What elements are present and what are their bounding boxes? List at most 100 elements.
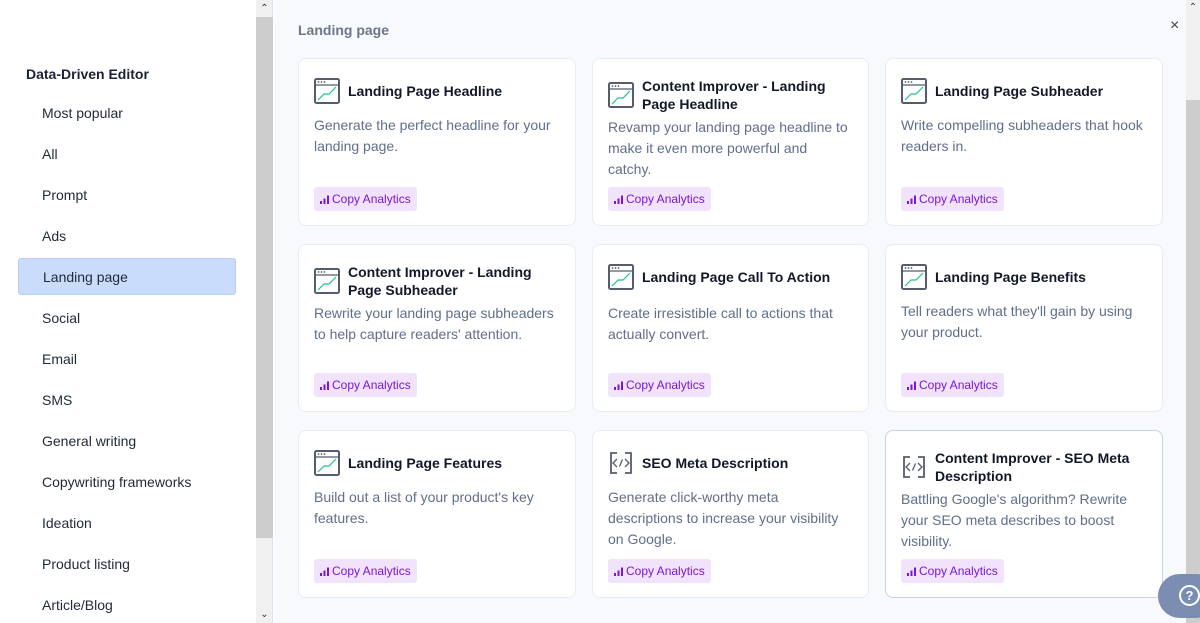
bar-chart-icon bbox=[320, 381, 329, 390]
card-title: Landing Page Call To Action bbox=[642, 269, 831, 285]
copy-analytics-badge[interactable]: Copy Analytics bbox=[608, 373, 711, 397]
copy-analytics-badge[interactable]: Copy Analytics bbox=[901, 559, 1004, 583]
card-header: Content Improver - Landing Page Subheade… bbox=[314, 263, 563, 299]
template-card-landing-page-features[interactable]: Landing Page Features Build out a list o… bbox=[298, 430, 576, 598]
browser-chart-icon bbox=[608, 264, 634, 290]
sidebar-item-label: General writing bbox=[42, 432, 137, 449]
card-title: Landing Page Features bbox=[348, 455, 503, 471]
copy-analytics-badge[interactable]: Copy Analytics bbox=[314, 187, 417, 211]
section-title: Landing page bbox=[298, 22, 389, 38]
card-header: SEO Meta Description bbox=[608, 449, 856, 477]
card-description: Battling Google's algorithm? Rewrite you… bbox=[901, 491, 1128, 549]
card-description: Tell readers what they'll gain by using … bbox=[901, 303, 1133, 340]
sidebar-item-product-listing[interactable]: Product listing bbox=[18, 545, 236, 582]
card-header: Content Improver - Landing Page Headline bbox=[608, 77, 856, 113]
sidebar-item-label: Article/Blog bbox=[42, 596, 113, 613]
badge-label: Copy Analytics bbox=[332, 192, 411, 206]
card-description: Generate the perfect headline for your l… bbox=[314, 117, 551, 154]
copy-analytics-badge[interactable]: Copy Analytics bbox=[901, 373, 1004, 397]
sidebar-item-most-popular[interactable]: Most popular bbox=[18, 94, 236, 131]
copy-analytics-badge[interactable]: Copy Analytics bbox=[608, 187, 711, 211]
badge-label: Copy Analytics bbox=[332, 378, 411, 392]
sidebar-item-landing-page[interactable]: Landing page bbox=[18, 258, 236, 295]
card-title: Landing Page Benefits bbox=[935, 269, 1086, 285]
browser-chart-icon bbox=[901, 78, 927, 104]
sidebar-item-label: Most popular bbox=[42, 104, 123, 121]
close-icon[interactable]: × bbox=[1170, 18, 1179, 34]
sidebar-title: Data-Driven Editor bbox=[26, 66, 149, 82]
card-title: Content Improver - SEO Meta Description bbox=[935, 450, 1130, 484]
template-grid: Landing Page Headline Generate the perfe… bbox=[298, 58, 1163, 598]
sidebar-item-all[interactable]: All bbox=[18, 135, 236, 172]
sidebar-item-copywriting-frameworks[interactable]: Copywriting frameworks bbox=[18, 463, 236, 500]
sidebar-item-article-blog[interactable]: Article/Blog bbox=[18, 586, 236, 623]
template-card-landing-page-benefits[interactable]: Landing Page Benefits Tell readers what … bbox=[885, 244, 1163, 412]
bar-chart-icon bbox=[907, 567, 916, 576]
sidebar-item-label: Product listing bbox=[42, 555, 130, 572]
scroll-up-arrow-icon[interactable]: ⌃ bbox=[1186, 0, 1200, 14]
sidebar-nav: Most popular All Prompt Ads Landing page… bbox=[18, 94, 236, 623]
sidebar-item-sms[interactable]: SMS bbox=[18, 381, 236, 418]
card-header: Landing Page Benefits bbox=[901, 263, 1150, 291]
template-card-content-improver-landing-page-headline[interactable]: Content Improver - Landing Page Headline… bbox=[592, 58, 869, 226]
sidebar-item-label: SMS bbox=[42, 391, 73, 408]
sidebar-item-prompt[interactable]: Prompt bbox=[18, 176, 236, 213]
template-card-landing-page-subheader[interactable]: Landing Page Subheader Write compelling … bbox=[885, 58, 1163, 226]
template-card-landing-page-headline[interactable]: Landing Page Headline Generate the perfe… bbox=[298, 58, 576, 226]
sidebar-item-general-writing[interactable]: General writing bbox=[18, 422, 236, 459]
sidebar-item-email[interactable]: Email bbox=[18, 340, 236, 377]
scroll-down-arrow-icon[interactable]: ⌄ bbox=[256, 606, 273, 623]
browser-chart-icon bbox=[608, 82, 634, 108]
copy-analytics-badge[interactable]: Copy Analytics bbox=[901, 187, 1004, 211]
sidebar-item-label: Ads bbox=[42, 227, 67, 244]
help-button[interactable]: ? bbox=[1158, 574, 1200, 618]
badge-label: Copy Analytics bbox=[919, 192, 998, 206]
help-icon: ? bbox=[1179, 585, 1200, 606]
browser-chart-icon bbox=[314, 78, 340, 104]
sidebar-scrollbar[interactable]: ⌃ ⌄ bbox=[256, 0, 273, 623]
badge-label: Copy Analytics bbox=[626, 192, 705, 206]
sidebar-item-label: Email bbox=[42, 350, 78, 367]
bar-chart-icon bbox=[320, 195, 329, 204]
card-description: Create irresistible call to actions that… bbox=[608, 305, 833, 342]
main-scroll-thumb[interactable] bbox=[1186, 100, 1200, 623]
scroll-up-arrow-icon[interactable]: ⌃ bbox=[256, 0, 273, 17]
copy-analytics-badge[interactable]: Copy Analytics bbox=[608, 559, 711, 583]
sidebar-item-label: Copywriting frameworks bbox=[42, 473, 192, 490]
copy-analytics-badge[interactable]: Copy Analytics bbox=[314, 559, 417, 583]
template-card-seo-meta-description[interactable]: SEO Meta Description Generate click-wort… bbox=[592, 430, 869, 598]
sidebar-item-social[interactable]: Social bbox=[18, 299, 236, 336]
badge-label: Copy Analytics bbox=[626, 378, 705, 392]
main-panel: Landing page × Landing Page Headline Gen… bbox=[274, 0, 1186, 623]
bar-chart-icon bbox=[614, 195, 623, 204]
badge-label: Copy Analytics bbox=[332, 564, 411, 578]
code-icon bbox=[608, 450, 634, 476]
app-root: Data-Driven Editor Most popular All Prom… bbox=[0, 0, 1200, 623]
sidebar-item-ideation[interactable]: Ideation bbox=[18, 504, 236, 541]
sidebar: Data-Driven Editor Most popular All Prom… bbox=[0, 0, 256, 623]
bar-chart-icon bbox=[907, 195, 916, 204]
sidebar-item-label: Landing page bbox=[43, 268, 128, 285]
card-description: Write compelling subheaders that hook re… bbox=[901, 117, 1143, 154]
sidebar-item-ads[interactable]: Ads bbox=[18, 217, 236, 254]
template-card-content-improver-seo-meta-description[interactable]: Content Improver - SEO Meta Description … bbox=[885, 430, 1163, 598]
sidebar-item-label: Prompt bbox=[42, 186, 88, 203]
card-title: Landing Page Headline bbox=[348, 83, 503, 99]
sidebar-scroll-thumb[interactable] bbox=[256, 17, 273, 538]
template-card-content-improver-landing-page-subheader[interactable]: Content Improver - Landing Page Subheade… bbox=[298, 244, 576, 412]
card-header: Landing Page Headline bbox=[314, 77, 563, 105]
main-scrollbar[interactable]: ⌃ bbox=[1186, 0, 1200, 623]
card-title: Content Improver - Landing Page Subheade… bbox=[348, 264, 532, 298]
browser-chart-icon bbox=[314, 450, 340, 476]
card-description: Generate click-worthy meta descriptions … bbox=[608, 489, 839, 547]
badge-label: Copy Analytics bbox=[626, 564, 705, 578]
card-title: Landing Page Subheader bbox=[935, 83, 1104, 99]
template-card-landing-page-call-to-action[interactable]: Landing Page Call To Action Create irres… bbox=[592, 244, 869, 412]
card-header: Content Improver - SEO Meta Description bbox=[901, 449, 1150, 485]
copy-analytics-badge[interactable]: Copy Analytics bbox=[314, 373, 417, 397]
card-description: Revamp your landing page headline to mak… bbox=[608, 119, 848, 177]
browser-chart-icon bbox=[901, 264, 927, 290]
card-header: Landing Page Call To Action bbox=[608, 263, 856, 291]
bar-chart-icon bbox=[907, 381, 916, 390]
card-header: Landing Page Features bbox=[314, 449, 563, 477]
